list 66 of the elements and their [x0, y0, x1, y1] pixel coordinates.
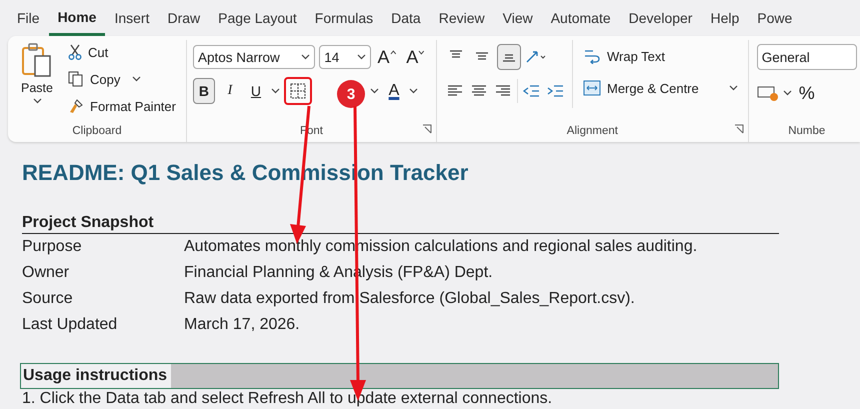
- table-cell: March 17, 2026.: [184, 316, 300, 334]
- table-cell-text: Source: [22, 290, 74, 308]
- caret-icon: [418, 50, 425, 54]
- section-heading: Usage instructions: [21, 364, 172, 388]
- copy-icon: [68, 71, 84, 87]
- table-cell-text: Last Updated: [22, 316, 118, 334]
- font-size-dropdown[interactable]: 14: [319, 45, 371, 69]
- ribbon-tab[interactable]: File: [8, 0, 49, 36]
- caret-icon: [728, 85, 738, 91]
- caret-icon: [356, 54, 366, 60]
- caret-icon: [782, 90, 792, 96]
- ribbon-tab[interactable]: Formulas: [306, 0, 382, 36]
- font-style-button[interactable]: U: [244, 78, 267, 104]
- caret-icon: [270, 88, 280, 94]
- caret-icon: [370, 88, 379, 94]
- font-style-button[interactable]: I: [218, 78, 241, 104]
- merge-centre-button[interactable]: Merge & Centre: [580, 76, 740, 100]
- increase-indent-icon[interactable]: [546, 84, 566, 98]
- caret-icon: [301, 54, 310, 60]
- table-cell-text: Purpose: [22, 238, 83, 256]
- shrink-font-button[interactable]: A: [403, 44, 428, 70]
- font-color-button[interactable]: A: [382, 78, 405, 104]
- paintbrush-icon: [68, 98, 84, 114]
- dialog-launcher-icon[interactable]: [734, 124, 744, 134]
- caret-up-icon: [390, 50, 396, 54]
- copy-button[interactable]: Copy: [66, 67, 178, 91]
- ribbon-tab[interactable]: Page Layout: [209, 0, 306, 36]
- merge-cells-icon: [582, 80, 601, 96]
- decrease-indent-icon[interactable]: [522, 84, 542, 98]
- ribbon-tab[interactable]: View: [494, 0, 542, 36]
- grow-font-button[interactable]: A: [374, 44, 400, 70]
- font-family-dropdown[interactable]: Aptos Narrow: [192, 45, 316, 69]
- ribbon-tab[interactable]: Help: [701, 0, 748, 36]
- ribbon-tab[interactable]: Draw: [158, 0, 210, 36]
- cut-button[interactable]: Cut: [66, 40, 178, 64]
- orientation-icon[interactable]: [524, 49, 547, 65]
- accounting-format-icon[interactable]: [756, 84, 779, 102]
- ribbon-tab[interactable]: Powe: [748, 0, 802, 36]
- wrap-text-button[interactable]: Wrap Text: [580, 44, 740, 68]
- format-painter-button[interactable]: Format Painter: [66, 94, 178, 118]
- table-cell: Raw data exported from Salesforce (Global_Sales_Report.csv).: [184, 290, 635, 308]
- ribbon-tab[interactable]: Data: [382, 0, 430, 36]
- font-style-button[interactable]: B: [192, 78, 215, 104]
- borders-icon: [290, 83, 306, 99]
- ribbon-tab[interactable]: Automate: [542, 0, 620, 36]
- ribbon-tab[interactable]: Insert: [105, 0, 158, 36]
- ribbon-tab[interactable]: Review: [430, 0, 494, 36]
- group-label: Alignment: [566, 125, 619, 137]
- ribbon-tab[interactable]: Developer: [620, 0, 702, 36]
- group-label: Clipboard: [71, 125, 123, 137]
- scissors-icon: [68, 44, 82, 60]
- instruction-text: 1. Click the Data tab and select Refresh All to update external connections.: [22, 389, 554, 409]
- paste-button[interactable]: Paste: [16, 40, 58, 118]
- wrap-text-icon: [582, 48, 601, 64]
- number-format-dropdown[interactable]: General: [756, 44, 857, 70]
- clipboard-icon: [20, 42, 54, 78]
- selected-cell-range[interactable]: Usage instructions: [20, 363, 779, 389]
- table-cell-text: Owner: [22, 264, 70, 282]
- vertical-align-button[interactable]: [496, 44, 521, 70]
- caret-icon: [132, 76, 142, 82]
- caret-icon: [32, 98, 42, 104]
- group-label: Numbe: [787, 125, 826, 137]
- percent-button[interactable]: %: [796, 80, 818, 106]
- borders-button[interactable]: [284, 77, 312, 105]
- dialog-launcher-icon[interactable]: [422, 124, 432, 134]
- caret-icon: [408, 88, 418, 94]
